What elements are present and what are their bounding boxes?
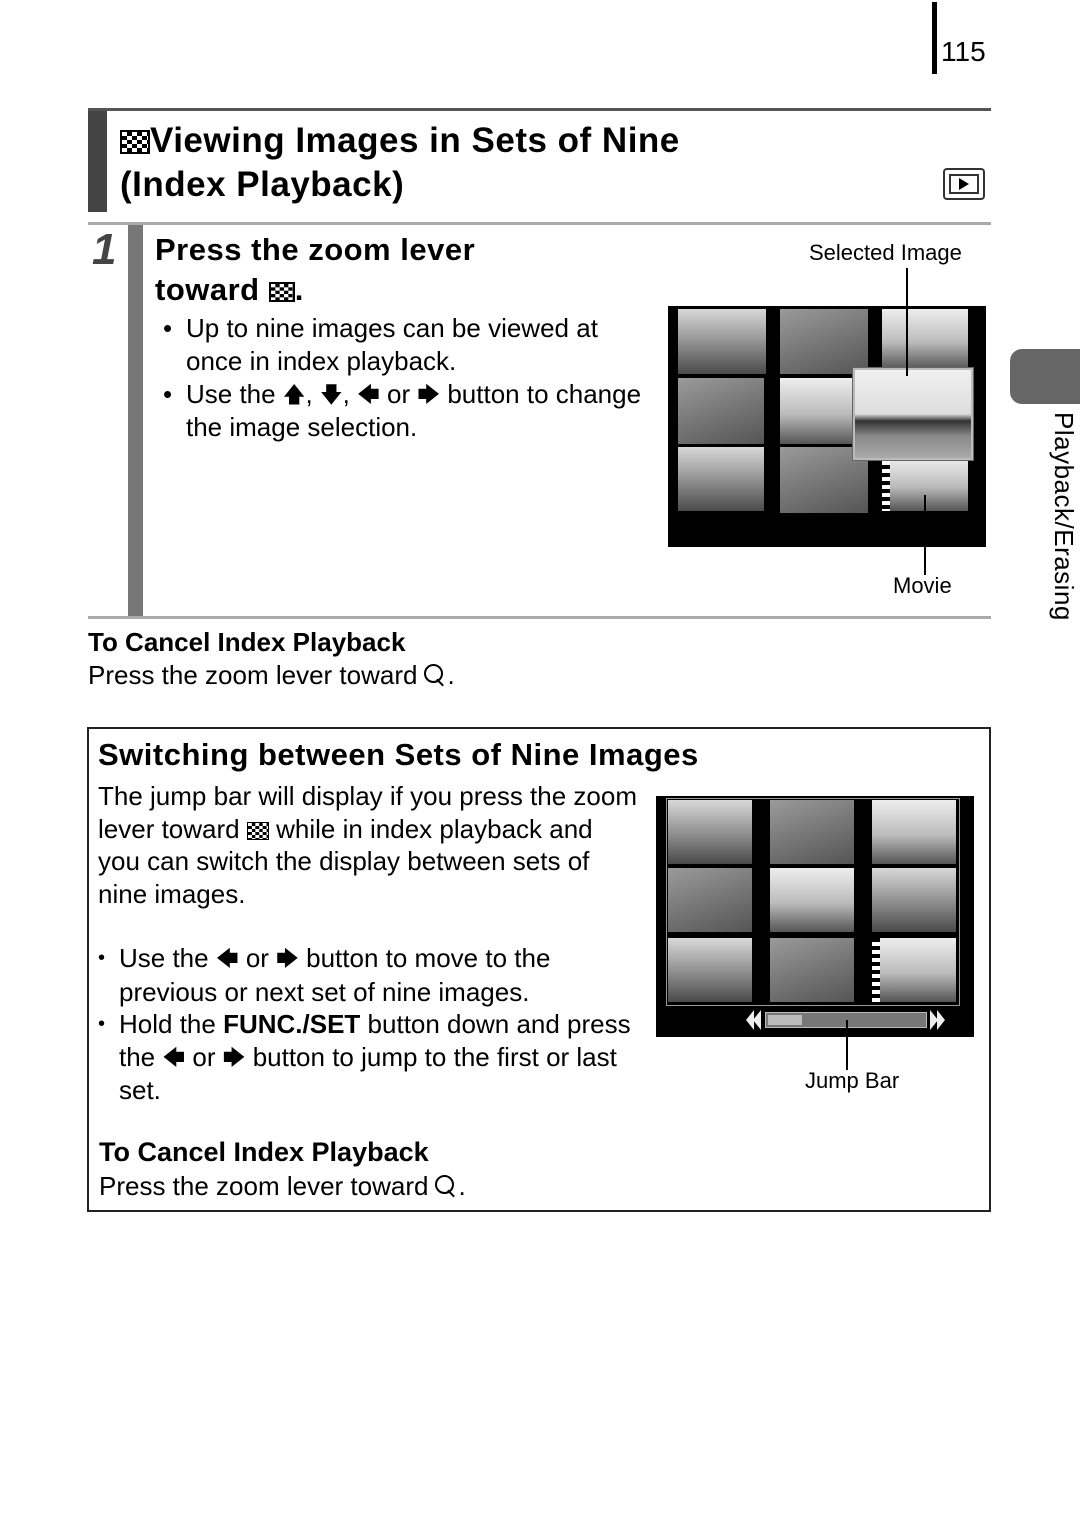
thumbnail (770, 938, 854, 1002)
thumbnail (678, 447, 764, 511)
up-arrow-icon: 🡅 (282, 382, 306, 407)
index-grid-icon (246, 821, 269, 840)
step-number: 1 (92, 225, 117, 274)
thumbnail (678, 309, 766, 374)
thumbnail (872, 868, 956, 932)
box-bullets: Use the 🡄 or 🡆 button to move to the pre… (98, 942, 643, 1107)
cancel-text: Press the zoom lever toward. (88, 660, 455, 690)
bullet-item: Use the 🡄 or 🡆 button to move to the pre… (98, 942, 643, 1008)
step-bar (128, 225, 143, 617)
bullet-item: Hold the FUNC./SET button down and press… (98, 1008, 643, 1107)
thumbnail (668, 800, 752, 864)
jump-bar-position[interactable] (768, 1015, 802, 1025)
index-screen-jump-bar (656, 796, 974, 1037)
right-arrow-icon: 🡆 (222, 1044, 246, 1070)
left-arrow-icon: 🡄 (357, 382, 380, 407)
index-screen (668, 306, 986, 547)
section-title-block: Viewing Images in Sets of Nine (Index Pl… (88, 108, 991, 212)
thumbnail (668, 868, 752, 932)
thumbnail (770, 868, 854, 932)
selected-thumbnail (853, 368, 973, 460)
page-number-rule (932, 2, 937, 74)
step-title: Press the zoom lever toward . (155, 232, 476, 307)
page-number: 115 (941, 36, 986, 67)
cancel-text: Press the zoom lever toward. (99, 1171, 466, 1201)
cancel-heading: To Cancel Index Playback (88, 627, 406, 657)
thumbnail (872, 800, 956, 864)
index-grid-icon (268, 282, 295, 302)
chapter-label: Playback/Erasing (1049, 412, 1079, 621)
section-divider (88, 616, 991, 619)
film-strip-icon (872, 938, 880, 1002)
title-accent-bar (88, 111, 107, 212)
bullet-item: Use the 🡅, 🡇, 🡄 or 🡆 button to change th… (163, 378, 653, 444)
film-strip-icon (882, 457, 890, 511)
index-grid-icon (120, 130, 150, 154)
magnify-icon (434, 1174, 458, 1198)
thumbnail (678, 378, 764, 444)
selected-image-label: Selected Image (809, 240, 962, 265)
right-arrow-icon: 🡆 (276, 946, 299, 971)
down-arrow-icon: 🡇 (319, 382, 343, 407)
callout-line (846, 1020, 848, 1070)
playback-mode-icon (943, 168, 985, 200)
callout-line (924, 495, 926, 575)
step-divider (88, 222, 991, 225)
chapter-tab (1010, 349, 1080, 404)
left-arrow-icon: 🡄 (215, 946, 239, 971)
page-title: Viewing Images in Sets of Nine (Index Pl… (120, 121, 680, 204)
jump-bar-label: Jump Bar (805, 1068, 900, 1093)
bullet-item: Up to nine images can be viewed at once … (163, 312, 653, 378)
box-paragraph: The jump bar will display if you press t… (98, 781, 638, 909)
step-bullets: Up to nine images can be viewed at once … (163, 312, 653, 444)
right-arrow-icon: 🡆 (417, 382, 441, 407)
left-arrow-icon: 🡄 (162, 1044, 186, 1070)
thumbnail (882, 309, 968, 369)
movie-label: Movie (893, 573, 952, 598)
thumbnail (668, 938, 752, 1002)
callout-line (906, 268, 908, 376)
movie-thumbnail (872, 938, 956, 1002)
thumbnail (770, 800, 854, 864)
box-title: Switching between Sets of Nine Images (98, 737, 699, 772)
cancel-heading: To Cancel Index Playback (99, 1137, 429, 1167)
magnify-icon (423, 663, 447, 687)
thumbnail (780, 309, 868, 374)
